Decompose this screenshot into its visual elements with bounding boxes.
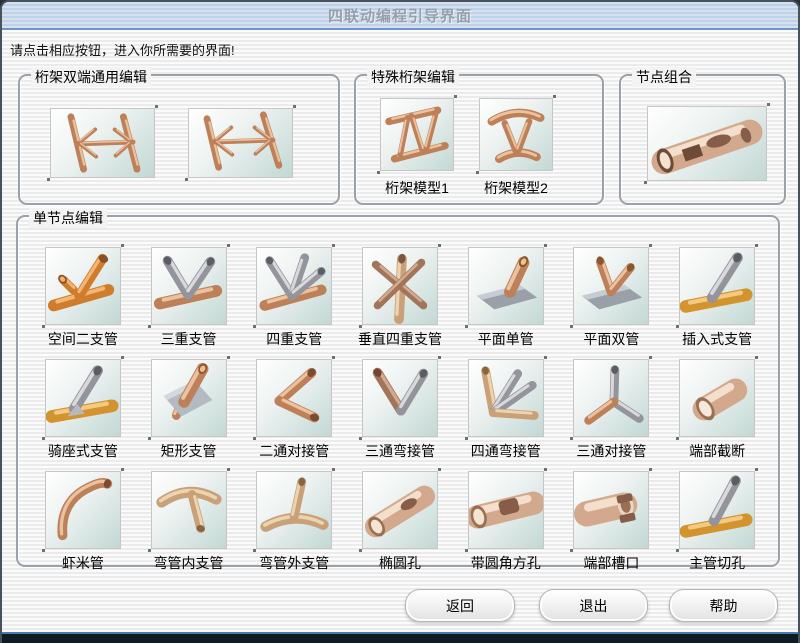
group-title: 桁架双端通用编辑 [31, 67, 151, 87]
special-truss-items: 桁架模型1 桁架模型2 [380, 98, 553, 198]
item-triple-branch: 三重支管 [151, 247, 227, 349]
item-plane-single-pipe: 平面单管 [468, 247, 544, 349]
item-truss-double-end-2 [188, 108, 293, 178]
title-bar: 四联动编程引导界面 [2, 2, 798, 30]
plane-single-pipe-icon[interactable] [468, 247, 544, 325]
triple-branch-icon[interactable] [151, 247, 227, 325]
item-label: 端部截断 [689, 441, 745, 461]
rounded-square-hole-icon[interactable] [468, 471, 544, 549]
bend-outer-branch-icon[interactable] [256, 471, 332, 549]
four-way-bend-icon[interactable] [468, 359, 544, 437]
item-label: 椭圆孔 [379, 553, 421, 573]
main-pipe-cut-icon[interactable] [679, 471, 755, 549]
item-rect-branch: 矩形支管 [151, 359, 227, 461]
item-label: 带圆角方孔 [471, 553, 541, 573]
item-label: 弯管内支管 [154, 553, 224, 573]
bottom-edge-bar [2, 632, 798, 643]
group-single-node: 单节点编辑 空间二支管三重支管四重支管垂直四重支管平面单管平面双管插入式支管骑座… [16, 215, 780, 567]
item-saddle-branch: 骑座式支管 [45, 359, 121, 461]
truss-model-1-icon[interactable] [380, 98, 454, 171]
item-label: 插入式支管 [682, 329, 752, 349]
item-truss-model-1: 桁架模型1 [380, 98, 454, 198]
three-way-bend-icon[interactable] [362, 359, 438, 437]
item-three-way-bend: 三通弯接管 [362, 359, 438, 461]
group-truss-double-end: 桁架双端通用编辑 [18, 74, 340, 205]
item-quad-branch: 四重支管 [256, 247, 332, 349]
end-slot-icon[interactable] [573, 471, 649, 549]
item-insert-branch: 插入式支管 [679, 247, 755, 349]
item-label: 骑座式支管 [48, 441, 118, 461]
item-label: 空间二支管 [48, 329, 118, 349]
item-label: 弯管外支管 [259, 553, 329, 573]
vertical-quad-branch-icon[interactable] [362, 247, 438, 325]
item-label: 平面双管 [583, 329, 639, 349]
item-truss-double-end-1 [50, 108, 155, 178]
truss-double-end-1-icon[interactable] [50, 108, 155, 178]
item-label: 端部槽口 [583, 553, 639, 573]
item-label: 三通对接管 [576, 441, 646, 461]
truss-double-end-2-icon[interactable] [188, 108, 293, 178]
item-vertical-quad-branch: 垂直四重支管 [358, 247, 442, 349]
group-special-truss: 特殊桁架编辑 桁架模型1桁架模型2 [354, 74, 604, 205]
item-label: 桁架模型2 [484, 178, 548, 198]
item-shrimp-pipe: 虾米管 [45, 471, 121, 573]
exit-button[interactable]: 退出 [539, 589, 648, 622]
quad-branch-icon[interactable] [256, 247, 332, 325]
node-combine-items [647, 106, 767, 181]
help-button[interactable]: 帮助 [669, 589, 778, 622]
item-label: 二通对接管 [259, 441, 329, 461]
item-three-way-butt: 三通对接管 [573, 359, 649, 461]
item-bend-outer-branch: 弯管外支管 [256, 471, 332, 573]
item-label: 四重支管 [266, 329, 322, 349]
item-label: 主管切孔 [689, 553, 745, 573]
wizard-dialog: 四联动编程引导界面 请点击相应按钮，进入你所需要的界面! 桁架双端通用编辑 特殊… [0, 0, 800, 643]
item-two-way-butt: 二通对接管 [256, 359, 332, 461]
item-label: 平面单管 [478, 329, 534, 349]
plane-double-pipe-icon[interactable] [573, 247, 649, 325]
bend-inner-branch-icon[interactable] [151, 471, 227, 549]
space-two-branch-icon[interactable] [45, 247, 121, 325]
truss-model-2-icon[interactable] [479, 98, 553, 171]
item-label: 垂直四重支管 [358, 329, 442, 349]
item-label: 四通弯接管 [471, 441, 541, 461]
item-label: 虾米管 [62, 553, 104, 573]
item-end-slot: 端部槽口 [573, 471, 649, 573]
back-button[interactable]: 返回 [405, 589, 515, 622]
shrimp-pipe-icon[interactable] [45, 471, 121, 549]
window-title: 四联动编程引导界面 [328, 5, 472, 26]
item-main-pipe-cut: 主管切孔 [679, 471, 755, 573]
item-truss-model-2: 桁架模型2 [479, 98, 553, 198]
item-combined-node [647, 106, 767, 181]
insert-branch-icon[interactable] [679, 247, 755, 325]
group-node-combine: 节点组合 [619, 74, 786, 205]
group-title: 节点组合 [632, 67, 696, 87]
rect-branch-icon[interactable] [151, 359, 227, 437]
three-way-butt-icon[interactable] [573, 359, 649, 437]
item-label: 三通弯接管 [365, 441, 435, 461]
item-end-cutoff: 端部截断 [679, 359, 755, 461]
combined-node-icon[interactable] [647, 106, 767, 181]
end-cutoff-icon[interactable] [679, 359, 755, 437]
truss-double-end-items [50, 108, 293, 178]
item-plane-double-pipe: 平面双管 [573, 247, 649, 349]
item-four-way-bend: 四通弯接管 [468, 359, 544, 461]
single-node-items: 空间二支管 三重支管 四重支管 垂直四重支管 平面单管 平面双管 插入式支管骑座式支管 矩形支… [30, 247, 770, 573]
two-way-butt-icon[interactable] [256, 359, 332, 437]
item-label: 矩形支管 [161, 441, 217, 461]
instruction-text: 请点击相应按钮，进入你所需要的界面! [10, 40, 235, 59]
oval-hole-icon[interactable] [362, 471, 438, 549]
saddle-branch-icon[interactable] [45, 359, 121, 437]
group-title: 特殊桁架编辑 [367, 67, 459, 87]
group-title: 单节点编辑 [29, 208, 107, 228]
item-space-two-branch: 空间二支管 [45, 247, 121, 349]
item-label: 三重支管 [161, 329, 217, 349]
item-oval-hole: 椭圆孔 [362, 471, 438, 573]
item-rounded-square-hole: 带圆角方孔 [468, 471, 544, 573]
item-bend-inner-branch: 弯管内支管 [151, 471, 227, 573]
item-label: 桁架模型1 [385, 178, 449, 198]
